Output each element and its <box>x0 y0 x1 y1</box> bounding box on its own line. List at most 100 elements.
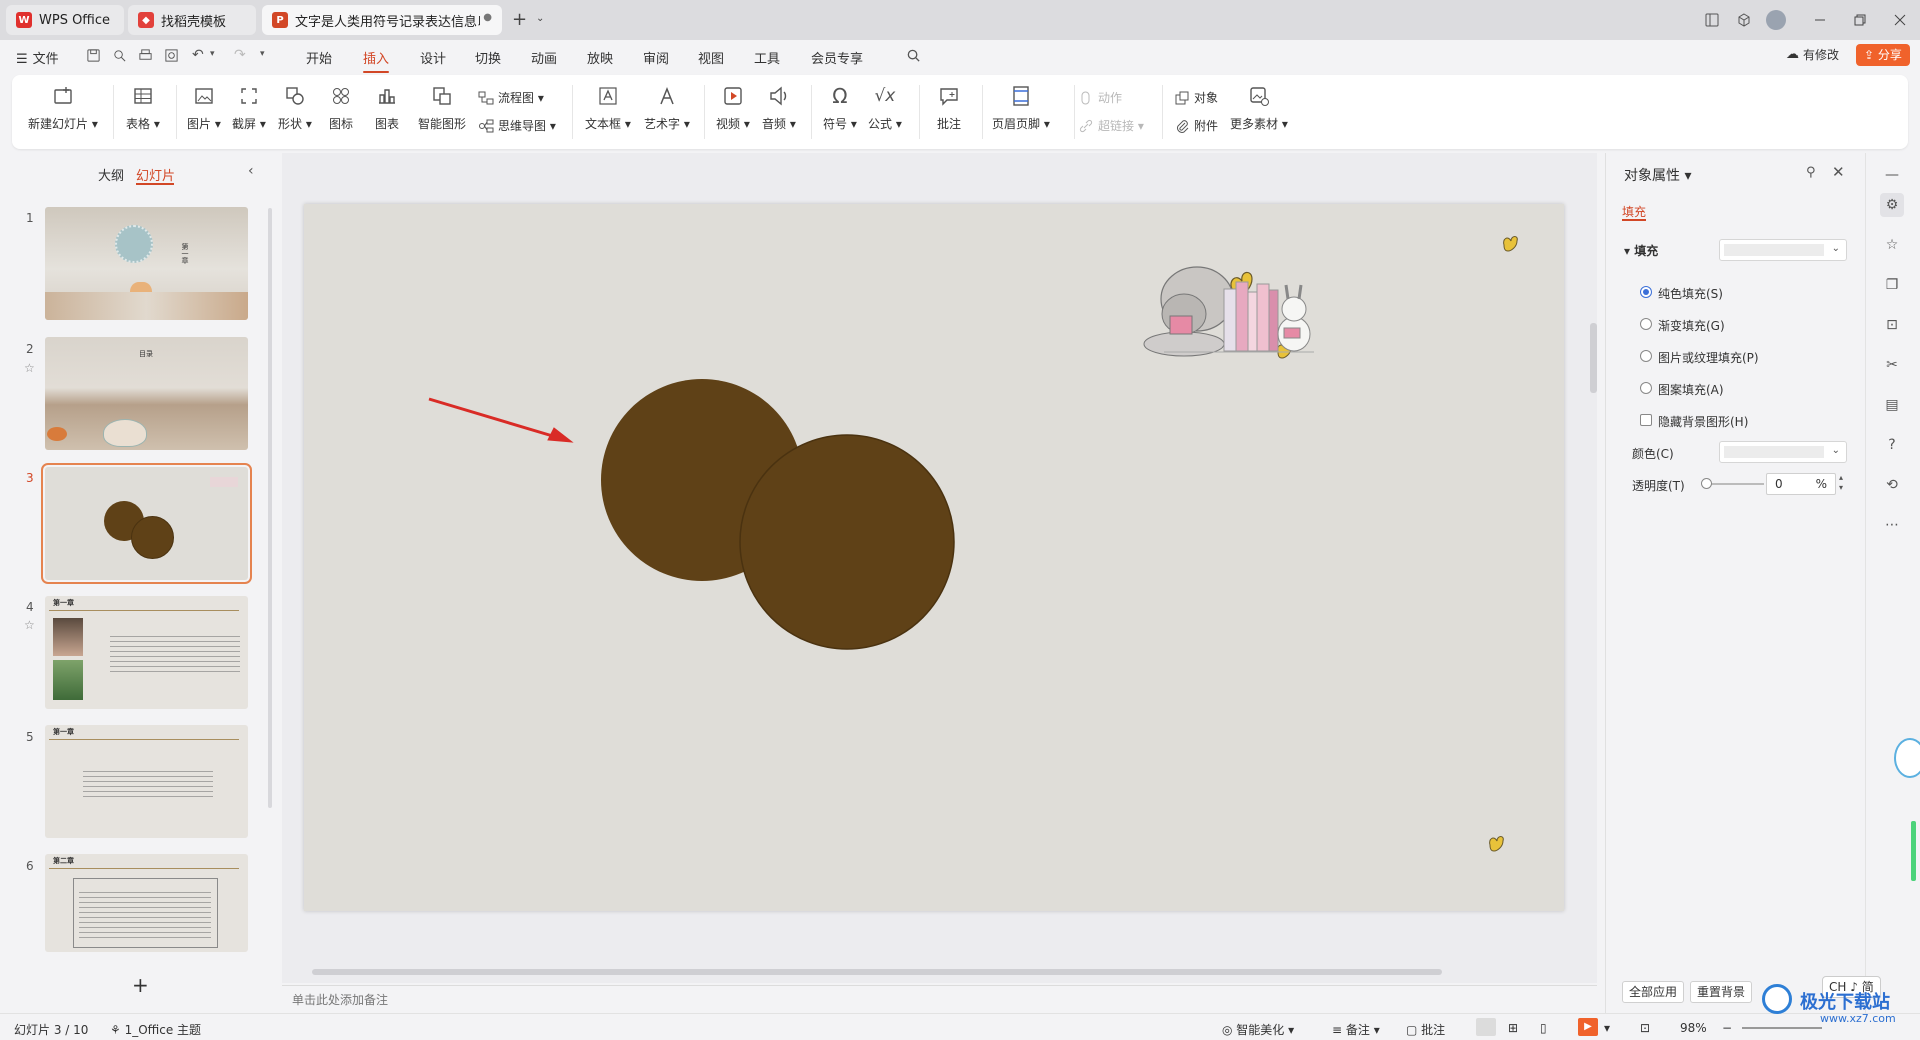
apply-all-button[interactable]: 全部应用 <box>1622 981 1685 1003</box>
more-chevron-icon[interactable]: ▾ <box>260 49 265 59</box>
menu-animation[interactable]: 动画 <box>531 48 557 67</box>
formula-button[interactable]: √x 公式 ▾ <box>868 83 902 132</box>
thumbnail-scrollbar[interactable] <box>268 208 272 808</box>
reading-view-icon[interactable]: ▯ <box>1540 1021 1547 1035</box>
new-slide-button[interactable]: 新建幻灯片 ▾ <box>28 83 98 132</box>
fill-section-header[interactable]: ▾ 填充 <box>1624 242 1658 259</box>
pane-title[interactable]: 对象属性 ▾ <box>1624 165 1691 185</box>
tab-slides[interactable]: 幻灯片 <box>136 165 175 184</box>
image-edit-icon[interactable]: ⊡ <box>1880 313 1904 337</box>
menu-home[interactable]: 开始 <box>306 48 332 67</box>
export-icon[interactable] <box>112 48 127 63</box>
close-pane-icon[interactable]: ✕ <box>1832 163 1845 181</box>
slide-thumbnail-5[interactable]: 第一章 <box>45 725 248 838</box>
transparency-slider[interactable] <box>1704 483 1764 485</box>
slide-thumbnail-3[interactable] <box>41 463 252 584</box>
undo-chevron-icon[interactable]: ▾ <box>210 49 215 59</box>
editor-hscroll[interactable] <box>312 969 1572 976</box>
cube-icon[interactable] <box>1736 12 1752 28</box>
file-menu[interactable]: ☰ 文件 <box>16 48 59 67</box>
undo-icon[interactable]: ↶ <box>192 47 204 63</box>
header-footer-button[interactable]: 页眉页脚 ▾ <box>992 83 1050 132</box>
zoom-out-icon[interactable]: − <box>1722 1021 1732 1035</box>
color-dropdown[interactable]: ⌄ <box>1719 441 1847 463</box>
unsaved-dot-icon[interactable]: ● <box>483 12 492 23</box>
slide-thumbnail-2[interactable]: 目录 <box>45 337 248 450</box>
icon-button[interactable]: 图标 <box>328 83 354 132</box>
star-icon[interactable]: ☆ <box>24 618 35 632</box>
backup-icon[interactable]: ⟲ <box>1880 473 1904 497</box>
video-button[interactable]: 视频 ▾ <box>716 83 750 132</box>
menu-slideshow[interactable]: 放映 <box>587 48 613 67</box>
smart-graphic-button[interactable]: 智能图形 <box>418 83 466 132</box>
save-icon[interactable] <box>86 48 101 63</box>
zoom-slider[interactable] <box>1742 1027 1822 1029</box>
collapse-icon[interactable]: — <box>1880 163 1904 187</box>
editor-vscroll[interactable] <box>1590 153 1597 973</box>
screenshot-button[interactable]: 截屏 ▾ <box>232 83 266 132</box>
menu-tools[interactable]: 工具 <box>754 48 780 67</box>
attachment-button[interactable]: 附件 <box>1174 117 1218 134</box>
solid-fill-radio[interactable] <box>1640 286 1652 298</box>
collapse-panel-icon[interactable]: ‹ <box>248 163 254 179</box>
redo-icon[interactable]: ↷ <box>234 47 246 63</box>
smart-beautify-button[interactable]: ◎ 智能美化 ▾ <box>1222 1021 1294 1038</box>
slide-canvas[interactable] <box>304 204 1564 911</box>
comments-toggle[interactable]: ▢ 批注 <box>1406 1021 1445 1038</box>
slideshow-options-chevron-icon[interactable]: ▾ <box>1604 1021 1610 1035</box>
tab-document[interactable]: P 文字是人类用符号记录表达信息以 ● <box>262 5 502 35</box>
menu-member[interactable]: 会员专享 <box>811 48 863 67</box>
slide-thumbnail-4[interactable]: 第一章 <box>45 596 248 709</box>
book-icon[interactable]: ▤ <box>1880 393 1904 417</box>
menu-insert[interactable]: 插入 <box>363 48 390 73</box>
vscroll-thumb[interactable] <box>1590 323 1597 393</box>
star-icon[interactable]: ☆ <box>24 361 35 375</box>
normal-view-icon[interactable] <box>1476 1018 1496 1036</box>
properties-icon[interactable]: ⚙ <box>1880 193 1904 217</box>
restore-icon[interactable] <box>1852 12 1868 28</box>
sorter-view-icon[interactable]: ⊞ <box>1508 1021 1518 1035</box>
hide-bg-checkbox[interactable] <box>1640 414 1652 426</box>
notes-placeholder[interactable]: 单击此处添加备注 <box>292 991 388 1008</box>
minimize-icon[interactable] <box>1812 12 1828 28</box>
tools-icon[interactable]: ✂ <box>1880 353 1904 377</box>
table-button[interactable]: 表格 ▾ <box>126 83 160 132</box>
copy-icon[interactable]: ❐ <box>1880 273 1904 297</box>
object-button[interactable]: 对象 <box>1174 89 1218 106</box>
picture-button[interactable]: 图片 ▾ <box>187 83 221 132</box>
avatar[interactable] <box>1766 10 1786 30</box>
print-icon[interactable] <box>138 48 153 63</box>
hyperlink-button[interactable]: 超链接 ▾ <box>1078 117 1144 134</box>
comment-button[interactable]: 批注 <box>936 83 962 132</box>
new-tab-button[interactable]: + <box>512 9 527 30</box>
symbol-button[interactable]: Ω 符号 ▾ <box>823 83 857 132</box>
transparency-input[interactable]: 0 % <box>1766 473 1836 495</box>
menu-review[interactable]: 审阅 <box>643 48 669 67</box>
menu-transition[interactable]: 切换 <box>475 48 501 67</box>
share-button[interactable]: ⇪ 分享 <box>1856 44 1910 66</box>
play-slideshow-button[interactable]: ▶ <box>1578 1018 1598 1036</box>
theme-indicator[interactable]: ⚘ 1_Office 主题 <box>110 1021 201 1038</box>
notes-toggle[interactable]: ≡ 备注 ▾ <box>1332 1021 1380 1038</box>
textbox-button[interactable]: 文本框 ▾ <box>585 83 631 132</box>
more-material-button[interactable]: 更多素材 ▾ <box>1230 83 1288 132</box>
tab-outline[interactable]: 大纲 <box>98 165 124 184</box>
tab-wps-office[interactable]: W WPS Office <box>6 5 124 35</box>
assistant-icon[interactable] <box>1894 738 1920 778</box>
art-text-button[interactable]: 艺术字 ▾ <box>644 83 690 132</box>
slide-thumbnail-1[interactable]: 第一章 <box>45 207 248 320</box>
more-icon[interactable]: ⋯ <box>1880 513 1904 537</box>
pin-icon[interactable]: ⚲ <box>1806 165 1816 180</box>
modified-indicator[interactable]: ☁ 有修改 <box>1786 46 1839 63</box>
shape-button[interactable]: 形状 ▾ <box>278 83 312 132</box>
pattern-fill-radio[interactable] <box>1640 382 1652 394</box>
layout-icon[interactable] <box>1704 12 1720 28</box>
menu-design[interactable]: 设计 <box>420 48 446 67</box>
flowchart-button[interactable]: 流程图 ▾ <box>478 89 544 106</box>
fit-window-icon[interactable]: ⊡ <box>1640 1021 1650 1035</box>
star-icon[interactable]: ☆ <box>1880 233 1904 257</box>
menu-view[interactable]: 视图 <box>698 48 724 67</box>
transparency-spinner[interactable]: ▴ ▾ <box>1839 473 1843 493</box>
gradient-fill-radio[interactable] <box>1640 318 1652 330</box>
search-icon[interactable] <box>906 48 921 63</box>
